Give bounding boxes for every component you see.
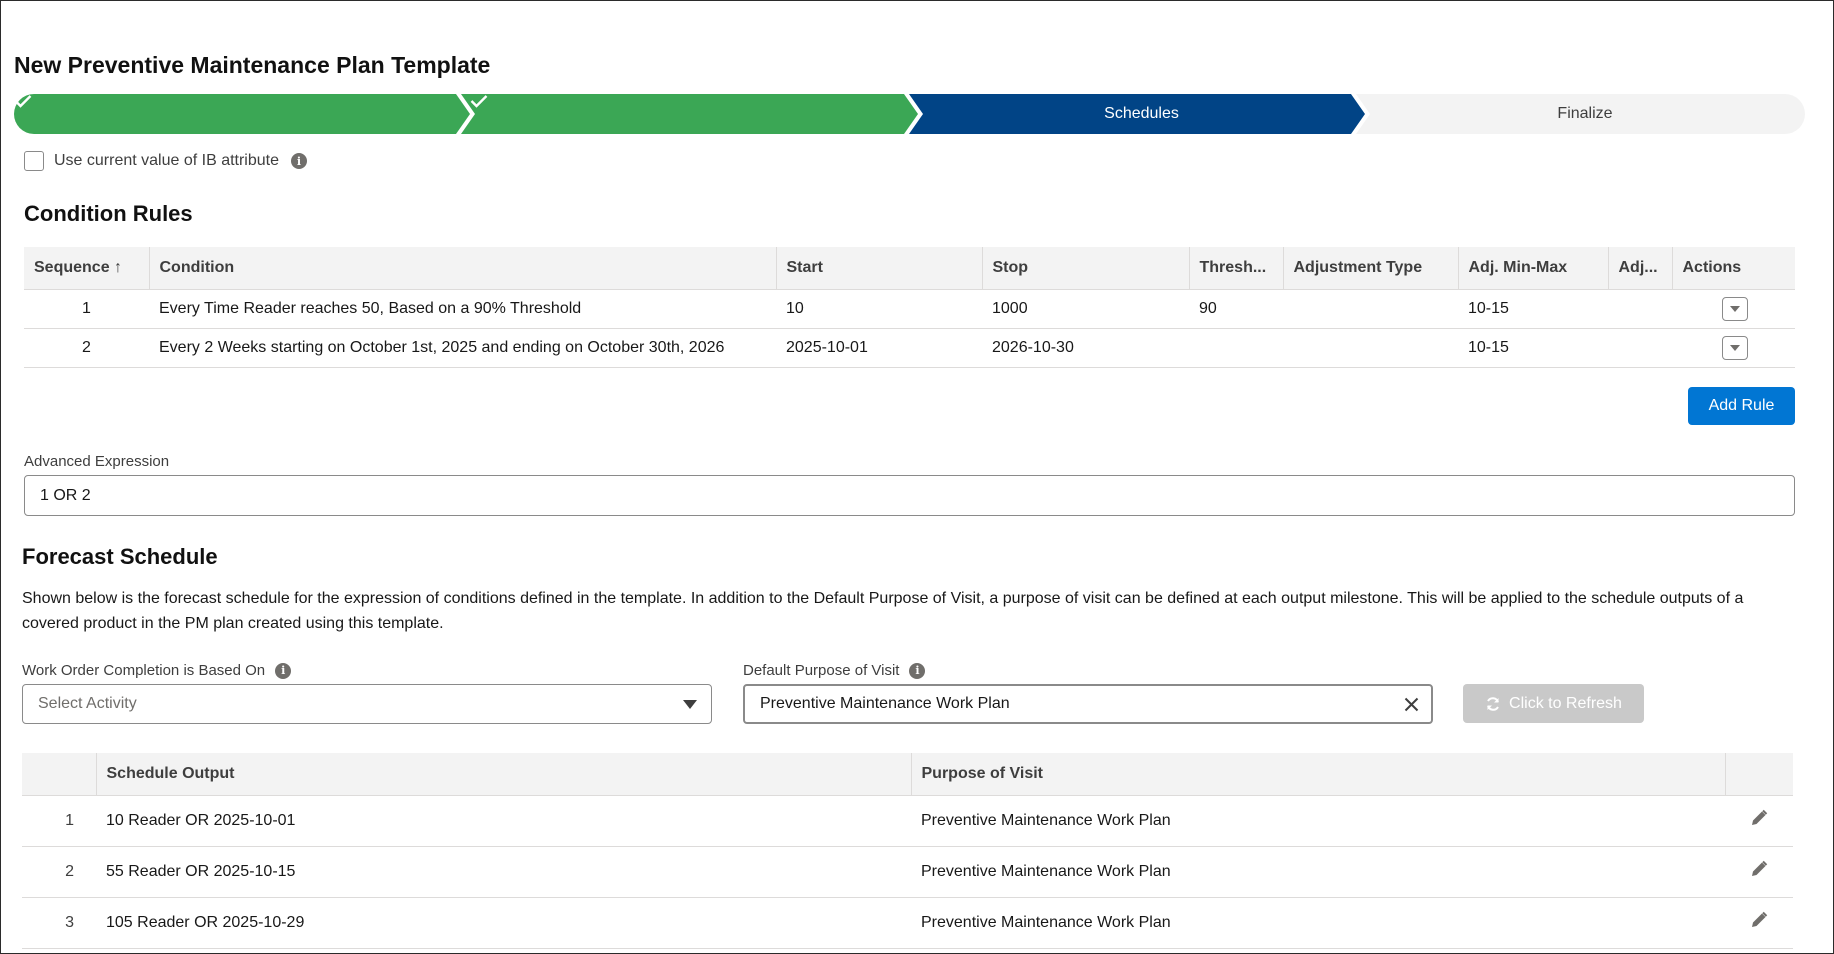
- clear-icon[interactable]: [1404, 697, 1419, 712]
- ib-attribute-option: Use current value of IB attribute i: [24, 151, 307, 171]
- cell-start: 10: [776, 289, 982, 329]
- column-header-actions: [1725, 753, 1793, 796]
- app-frame: New Preventive Maintenance Plan Template…: [0, 0, 1834, 954]
- row-number: 2: [22, 846, 96, 898]
- column-header[interactable]: Adjustment Type: [1283, 247, 1459, 290]
- table-header-row: Schedule Output Purpose of Visit: [22, 753, 1793, 796]
- cell-purpose-of-visit: Preventive Maintenance Work Plan: [911, 846, 1725, 898]
- info-icon[interactable]: i: [291, 153, 307, 169]
- path-step-label: Finalize: [1557, 105, 1613, 122]
- cell-start: 2025-10-01: [776, 328, 982, 368]
- pencil-icon[interactable]: [1750, 860, 1768, 878]
- column-header[interactable]: Condition: [149, 247, 777, 290]
- column-header[interactable]: Start: [776, 247, 983, 290]
- path-step-label: Schedules: [1104, 105, 1179, 122]
- cell-edit: [1725, 897, 1793, 949]
- column-header-sequence[interactable]: Sequence ↑: [24, 247, 150, 290]
- column-header-index: [22, 753, 97, 796]
- column-header: Actions: [1672, 247, 1795, 290]
- row-actions-button[interactable]: [1722, 296, 1748, 321]
- cell-schedule-output: 55 Reader OR 2025-10-15: [96, 846, 911, 898]
- condition-rules-table: Sequence ↑ Condition Start Stop Thresh..…: [24, 247, 1795, 368]
- cell-schedule-output: 10 Reader OR 2025-10-01: [96, 795, 911, 847]
- refresh-button[interactable]: Click to Refresh: [1463, 684, 1644, 723]
- cell-schedule-output: 105 Reader OR 2025-10-29: [96, 897, 911, 949]
- row-number: 3: [22, 897, 96, 949]
- add-rule-button[interactable]: Add Rule: [1688, 387, 1795, 425]
- info-icon[interactable]: i: [909, 662, 926, 679]
- default-purpose-label-text: Default Purpose of Visit: [743, 662, 900, 679]
- select-activity-combobox[interactable]: Select Activity: [22, 684, 712, 724]
- column-header[interactable]: Thresh...: [1189, 247, 1284, 290]
- cell-actions: [1672, 289, 1795, 329]
- cell-adj: [1608, 328, 1672, 368]
- default-purpose-input[interactable]: Preventive Maintenance Work Plan: [743, 684, 1433, 724]
- column-header[interactable]: Stop: [982, 247, 1190, 290]
- cell-purpose-of-visit: Preventive Maintenance Work Plan: [911, 795, 1725, 847]
- page-title: New Preventive Maintenance Plan Template: [14, 52, 491, 78]
- cell-actions: [1672, 328, 1795, 368]
- progress-path: Schedules Finalize: [14, 94, 1805, 134]
- column-header[interactable]: Adj...: [1608, 247, 1673, 290]
- default-purpose-value: Preventive Maintenance Work Plan: [760, 695, 1010, 712]
- forecast-description: Shown below is the forecast schedule for…: [22, 590, 1744, 632]
- cell-stop: 2026-10-30: [982, 328, 1189, 368]
- ib-attribute-checkbox[interactable]: [24, 151, 44, 171]
- cell-edit: [1725, 795, 1793, 847]
- refresh-button-label: Click to Refresh: [1509, 694, 1622, 712]
- cell-condition: Every 2 Weeks starting on October 1st, 2…: [149, 328, 776, 368]
- cell-adj-min-max: 10-15: [1458, 328, 1608, 368]
- default-purpose-label: Default Purpose of Visit i: [743, 662, 926, 679]
- cell-condition: Every Time Reader reaches 50, Based on a…: [149, 289, 776, 329]
- table-row: 3 105 Reader OR 2025-10-29 Preventive Ma…: [22, 897, 1793, 949]
- cell-edit: [1725, 846, 1793, 898]
- column-header[interactable]: Adj. Min-Max: [1458, 247, 1609, 290]
- chevron-down-icon: [1730, 344, 1740, 351]
- condition-rules-title: Condition Rules: [24, 201, 193, 226]
- table-row: 1 Every Time Reader reaches 50, Based on…: [24, 289, 1795, 329]
- cell-threshold: [1189, 328, 1283, 368]
- cell-adjustment-type: [1283, 289, 1458, 329]
- select-activity-placeholder: Select Activity: [38, 695, 137, 712]
- cell-sequence: 1: [24, 289, 149, 329]
- cell-adj: [1608, 289, 1672, 329]
- cell-threshold: 90: [1189, 289, 1283, 329]
- column-header[interactable]: Schedule Output: [96, 753, 912, 796]
- chevron-down-icon: [683, 700, 697, 709]
- forecast-schedule-table: Schedule Output Purpose of Visit 1 10 Re…: [22, 753, 1793, 949]
- row-actions-button[interactable]: [1722, 335, 1748, 360]
- advanced-expression-label: Advanced Expression: [24, 453, 170, 470]
- column-header[interactable]: Purpose of Visit: [911, 753, 1726, 796]
- cell-stop: 1000: [982, 289, 1189, 329]
- cell-purpose-of-visit: Preventive Maintenance Work Plan: [911, 897, 1725, 949]
- table-row: 2 Every 2 Weeks starting on October 1st,…: [24, 328, 1795, 368]
- cell-adj-min-max: 10-15: [1458, 289, 1608, 329]
- ib-attribute-label: Use current value of IB attribute: [54, 152, 279, 169]
- work-order-label: Work Order Completion is Based On i: [22, 662, 292, 679]
- chevron-down-icon: [1730, 305, 1740, 312]
- cell-adjustment-type: [1283, 328, 1458, 368]
- info-icon[interactable]: i: [275, 662, 292, 679]
- forecast-schedule-title: Forecast Schedule: [22, 544, 218, 569]
- check-icon: [470, 94, 918, 134]
- sort-ascending-icon: ↑: [114, 258, 123, 276]
- check-icon: [14, 94, 470, 134]
- refresh-icon: [1485, 696, 1501, 712]
- work-order-label-text: Work Order Completion is Based On: [22, 662, 266, 679]
- cell-sequence: 2: [24, 328, 149, 368]
- pencil-icon[interactable]: [1750, 809, 1768, 827]
- table-row: 2 55 Reader OR 2025-10-15 Preventive Mai…: [22, 846, 1793, 898]
- row-number: 1: [22, 795, 96, 847]
- advanced-expression-input[interactable]: 1 OR 2: [24, 475, 1795, 516]
- pencil-icon[interactable]: [1750, 911, 1768, 929]
- table-header-row: Sequence ↑ Condition Start Stop Thresh..…: [24, 247, 1795, 290]
- table-row: 1 10 Reader OR 2025-10-01 Preventive Mai…: [22, 795, 1793, 847]
